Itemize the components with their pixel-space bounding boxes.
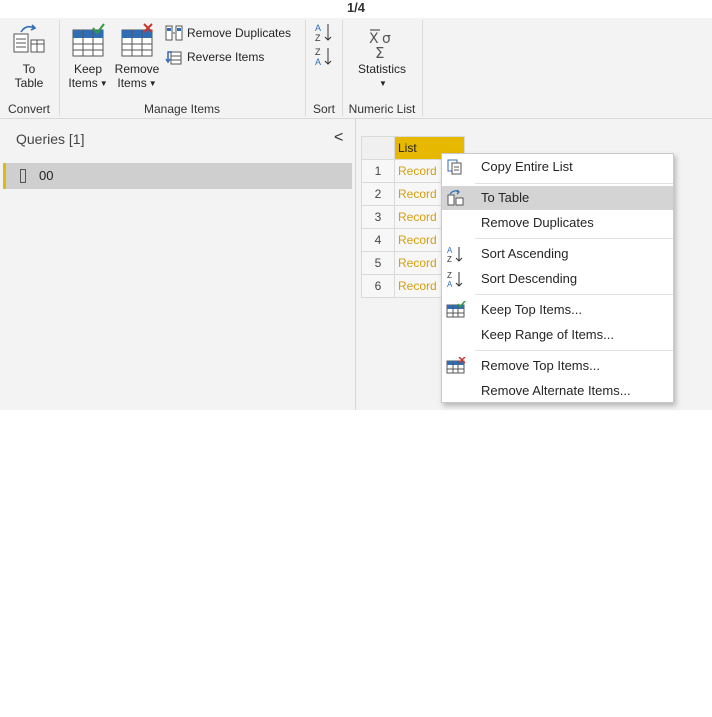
chevron-down-icon: ▼ xyxy=(379,79,387,88)
menu-item-label: Keep Range of Items... xyxy=(481,327,614,342)
remove-top-items-icon xyxy=(446,357,466,374)
menu-item-remove-duplicates[interactable]: Remove Duplicates xyxy=(442,211,673,235)
row-number: 5 xyxy=(361,251,395,275)
to-table-icon xyxy=(13,24,45,53)
reverse-items-label: Reverse Items xyxy=(187,50,265,64)
keep-top-items-icon xyxy=(446,301,466,318)
menu-item-keep-top-items[interactable]: Keep Top Items... xyxy=(442,298,673,322)
page-counter: 1/4 xyxy=(346,0,366,15)
statistics-label: Statistics xyxy=(357,62,406,76)
menu-item-sort-descending[interactable]: Z A Sort Descending xyxy=(442,267,673,291)
row-number: 1 xyxy=(361,159,395,183)
sort-group: A Z Z A Sort xyxy=(306,18,342,118)
menu-divider xyxy=(475,183,673,184)
menu-divider xyxy=(475,238,673,239)
svg-text:Z: Z xyxy=(447,271,452,280)
statistics-icon: X σ Σ xyxy=(369,29,391,60)
manage-items-group: Keep Items ▼ Remove Items ▼ Remove Dupli… xyxy=(60,18,304,118)
remove-duplicates-button[interactable]: Remove Duplicates xyxy=(165,24,291,42)
statistics-button[interactable]: X σ Σ Statistics ▼ xyxy=(349,22,415,91)
remove-items-label-2: Items xyxy=(117,76,147,90)
remove-duplicates-label: Remove Duplicates xyxy=(187,26,292,40)
svg-text:A: A xyxy=(315,23,321,33)
svg-text:Z: Z xyxy=(315,47,321,57)
menu-item-label: Remove Duplicates xyxy=(481,215,594,230)
row-number: 4 xyxy=(361,228,395,252)
row-number: 2 xyxy=(361,182,395,206)
copy-icon xyxy=(447,159,462,175)
menu-item-label: Sort Descending xyxy=(481,271,578,286)
sort-group-label: Sort xyxy=(312,102,335,116)
menu-item-label: Keep Top Items... xyxy=(481,302,582,317)
remove-items-icon xyxy=(121,23,153,57)
numeric-list-group: X σ Σ Statistics ▼ Numeric List xyxy=(343,18,421,118)
keep-items-icon xyxy=(72,23,105,57)
keep-items-label-1: Keep xyxy=(73,62,103,76)
menu-item-label: Remove Top Items... xyxy=(481,358,600,373)
to-table-label-1: To xyxy=(22,62,36,76)
menu-item-label: Copy Entire List xyxy=(481,159,573,174)
menu-item-label: Sort Ascending xyxy=(481,246,569,261)
sort-descending-icon: Z A xyxy=(447,271,463,288)
menu-item-label: Remove Alternate Items... xyxy=(481,383,631,398)
svg-text:Z: Z xyxy=(315,33,321,42)
to-table-button[interactable]: To Table xyxy=(6,22,52,90)
queries-pane: Queries [1] < 00 xyxy=(0,119,356,410)
menu-divider xyxy=(475,350,673,351)
menu-item-to-table[interactable]: To Table xyxy=(442,186,673,210)
sort-descending-icon[interactable]: Z A xyxy=(314,46,334,66)
keep-items-label-2: Items xyxy=(68,76,98,90)
remove-duplicates-icon xyxy=(165,25,183,41)
to-table-label-2: Table xyxy=(14,76,44,90)
keep-items-button[interactable]: Keep Items ▼ xyxy=(66,22,110,91)
svg-text:A: A xyxy=(447,246,453,255)
sort-ascending-icon: A Z xyxy=(447,246,463,263)
query-item-label: 00 xyxy=(39,168,54,183)
menu-item-keep-range-of-items[interactable]: Keep Range of Items... xyxy=(442,323,673,347)
collapse-pane-button[interactable]: < xyxy=(334,129,343,147)
remove-items-label-1: Remove xyxy=(114,62,160,76)
manage-items-group-label: Manage Items xyxy=(143,102,221,116)
chevron-down-icon: ▼ xyxy=(148,79,157,88)
group-separator xyxy=(422,20,423,116)
svg-text:Σ: Σ xyxy=(375,44,384,60)
ribbon: To Table Convert Keep Items ▼ Remove Ite… xyxy=(0,18,712,119)
convert-group: To Table Convert xyxy=(0,18,58,118)
context-menu: Copy Entire List To Table Remove Duplica… xyxy=(441,153,674,403)
sort-ascending-icon[interactable]: A Z xyxy=(314,22,334,42)
reverse-items-button[interactable]: Reverse Items xyxy=(165,48,264,66)
menu-item-remove-alternate-items[interactable]: Remove Alternate Items... xyxy=(442,379,673,403)
queries-title: Queries [1] xyxy=(16,131,85,147)
svg-text:A: A xyxy=(315,57,321,66)
menu-item-label: To Table xyxy=(481,190,530,205)
grid-corner[interactable] xyxy=(361,136,395,160)
list-icon xyxy=(20,169,26,183)
convert-group-label: Convert xyxy=(7,102,51,116)
chevron-down-icon: ▼ xyxy=(99,79,108,88)
row-number: 6 xyxy=(361,274,395,298)
reverse-items-icon xyxy=(165,51,182,65)
svg-text:A: A xyxy=(447,280,453,288)
menu-item-copy-entire-list[interactable]: Copy Entire List xyxy=(442,155,673,179)
to-table-icon xyxy=(447,189,464,206)
numeric-list-group-label: Numeric List xyxy=(348,102,416,116)
svg-text:Z: Z xyxy=(447,255,452,263)
query-item[interactable]: 00 xyxy=(3,163,352,189)
menu-item-sort-ascending[interactable]: A Z Sort Ascending xyxy=(442,242,673,266)
menu-item-remove-top-items[interactable]: Remove Top Items... xyxy=(442,354,673,378)
row-number: 3 xyxy=(361,205,395,229)
remove-items-button[interactable]: Remove Items ▼ xyxy=(112,22,162,91)
menu-divider xyxy=(475,294,673,295)
